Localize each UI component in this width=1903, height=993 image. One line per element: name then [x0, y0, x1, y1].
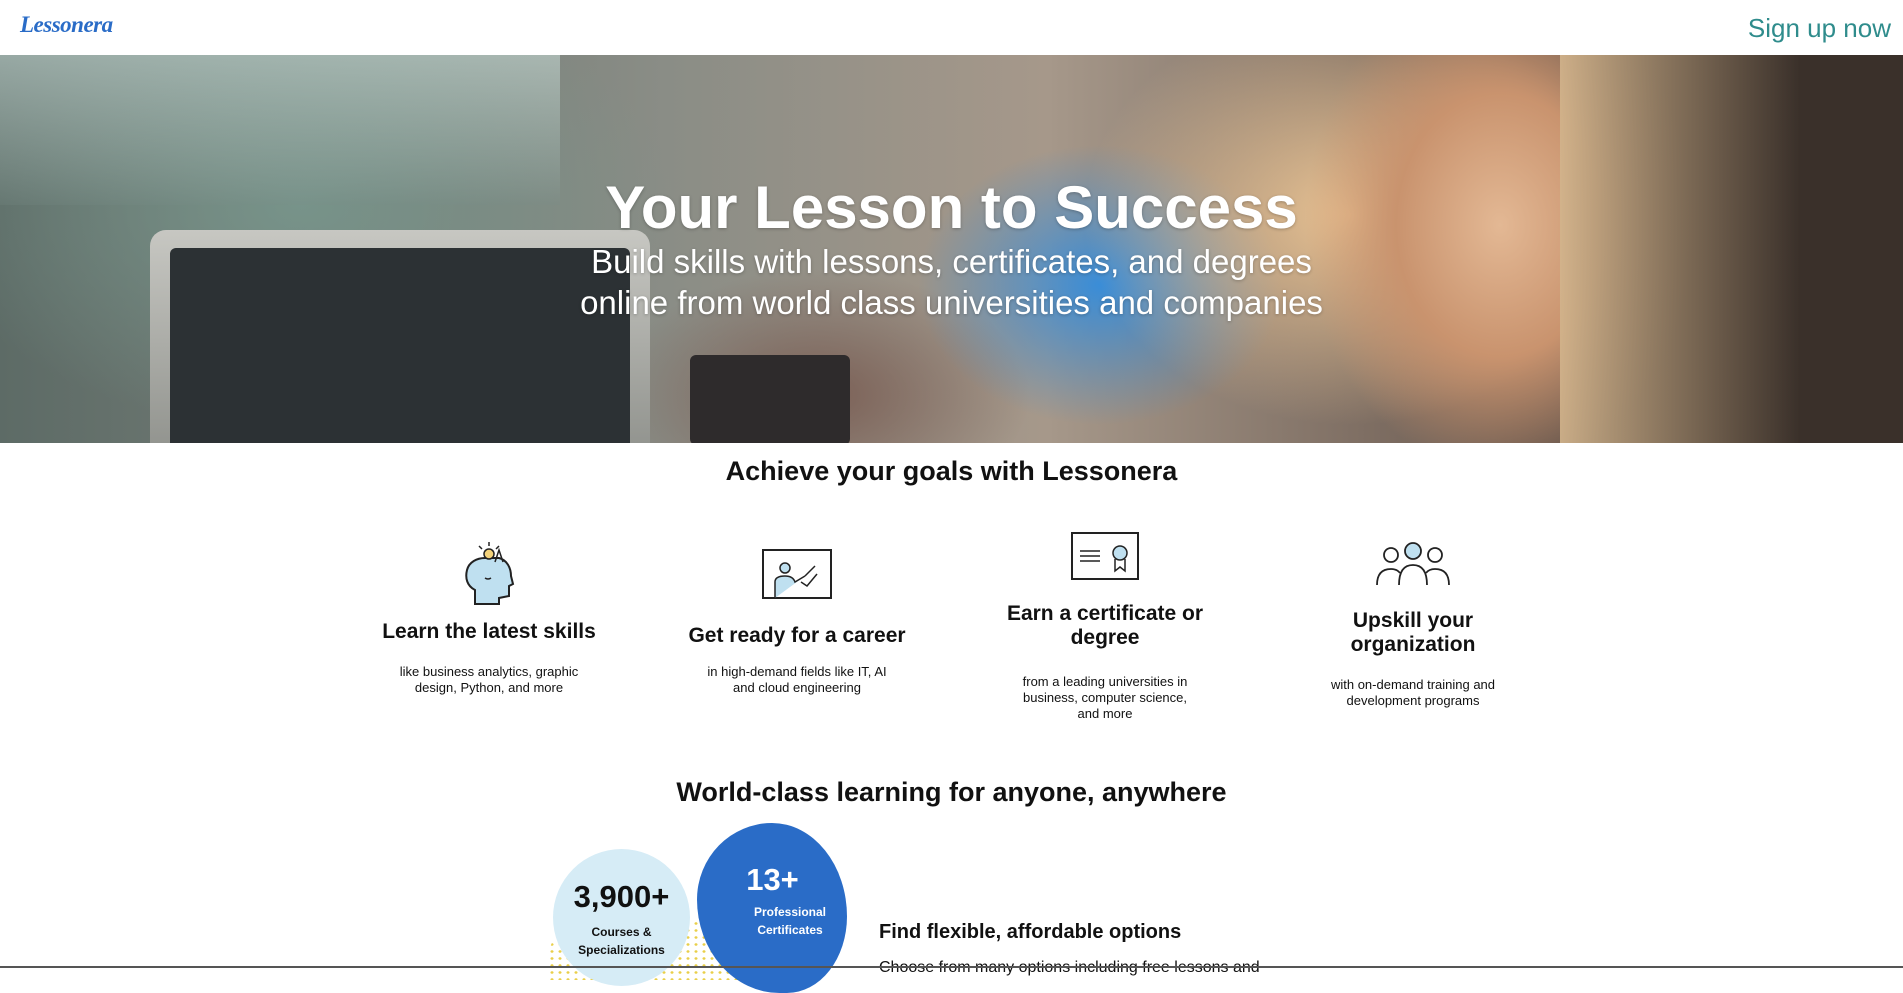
stat-certificates-value: 13+ [746, 862, 799, 897]
hero-background-device [690, 355, 850, 443]
people-group-icon [1376, 542, 1450, 586]
stat-certificates-label: Professional Certificates [753, 905, 827, 937]
feature-title: Earn a certificate or degree [1006, 602, 1204, 649]
feature-text: from a leading universities in business,… [1022, 674, 1188, 721]
feature-text: like business analytics, graphic design,… [399, 664, 579, 695]
feature-career: Get ready for a career in high-demand fi… [687, 548, 907, 696]
presentation-board-icon [762, 549, 832, 599]
head-lightbulb-icon [465, 542, 515, 605]
stat-courses-value: 3,900+ [573, 879, 670, 914]
feature-certificate: Earn a certificate or degree from a lead… [995, 531, 1215, 722]
stat-courses-label: Courses & Specializations [578, 925, 665, 957]
hero-subtitle: Build skills with lessons, certificates,… [0, 241, 1903, 323]
feature-learn-skills: Learn the latest skills like business an… [379, 540, 599, 696]
certificate-icon [1071, 532, 1139, 580]
feature-organization: Upskill your organization with on-demand… [1303, 541, 1523, 709]
top-navbar: Lessonera Sign up now [0, 0, 1903, 55]
options-title: Find flexible, affordable options [879, 921, 1182, 943]
feature-title: Learn the latest skills [382, 620, 596, 643]
goals-heading: Achieve your goals with Lessonera [725, 456, 1178, 486]
options-text: Choose from many options including free … [879, 959, 1260, 977]
feature-text: in high-demand fields like IT, AI and cl… [707, 664, 887, 695]
feature-title: Upskill your organization [1350, 609, 1476, 656]
hero-subtitle-line-1: Build skills with lessons, certificates,… [591, 243, 1312, 280]
hero-title: Your Lesson to Success [605, 174, 1298, 241]
logo[interactable]: Lessonera [20, 12, 113, 38]
world-class-heading: World-class learning for anyone, anywher… [676, 777, 1227, 807]
feature-title: Get ready for a career [688, 624, 906, 647]
feature-text: with on-demand training and development … [1330, 677, 1496, 708]
sign-up-link[interactable]: Sign up now [1748, 13, 1891, 44]
hero-subtitle-line-2: online from world class universities and… [580, 284, 1323, 321]
